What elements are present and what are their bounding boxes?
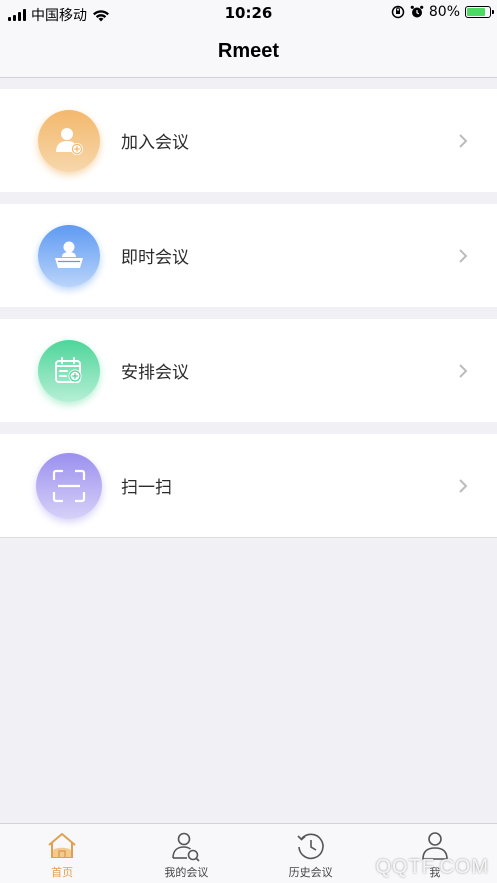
orientation-lock-icon xyxy=(391,5,405,19)
join-meeting-row[interactable]: 加入会议 xyxy=(0,89,497,192)
join-meeting-label: 加入会议 xyxy=(121,133,189,153)
tab-label-home: 首页 xyxy=(51,866,74,879)
tab-home[interactable]: 首页 xyxy=(0,824,124,883)
watermark: QQTF.COM xyxy=(375,856,489,878)
page-title: Rmeet xyxy=(217,40,280,62)
divider xyxy=(0,537,497,538)
tab-my-meetings[interactable]: 我的会议 xyxy=(124,824,248,883)
battery-icon xyxy=(465,6,494,18)
schedule-meeting-row[interactable]: 安排会议 xyxy=(0,319,497,422)
history-icon xyxy=(297,833,324,860)
chevron-right-icon xyxy=(459,248,468,263)
tab-history[interactable]: 历史会议 xyxy=(249,824,373,883)
instant-meeting-label: 即时会议 xyxy=(121,248,189,268)
instant-meeting-row[interactable]: 即时会议 xyxy=(0,204,497,307)
scan-label: 扫一扫 xyxy=(121,478,172,498)
instant-meeting-icon xyxy=(38,224,100,287)
status-right: 80% xyxy=(391,4,494,20)
chevron-right-icon xyxy=(459,363,468,378)
home-icon xyxy=(48,833,76,858)
scan-icon xyxy=(36,452,102,519)
tab-bar: 首页 我的会议 历史会议 我 QQTF.COM xyxy=(0,823,497,883)
schedule-meeting-label: 安排会议 xyxy=(121,363,189,383)
schedule-meeting-icon xyxy=(38,339,100,402)
join-meeting-icon xyxy=(38,109,100,172)
my-meetings-icon xyxy=(172,832,200,862)
chevron-right-icon xyxy=(459,133,468,148)
tab-label-my-meetings: 我的会议 xyxy=(164,866,209,879)
battery-percent: 80% xyxy=(428,4,460,20)
tab-label-history: 历史会议 xyxy=(288,866,333,879)
scan-row[interactable]: 扫一扫 xyxy=(0,434,497,537)
status-bar: 中国移动 10:26 80% xyxy=(0,0,497,26)
nav-bar: Rmeet xyxy=(0,26,497,78)
alarm-icon xyxy=(410,5,424,18)
chevron-right-icon xyxy=(459,478,468,493)
